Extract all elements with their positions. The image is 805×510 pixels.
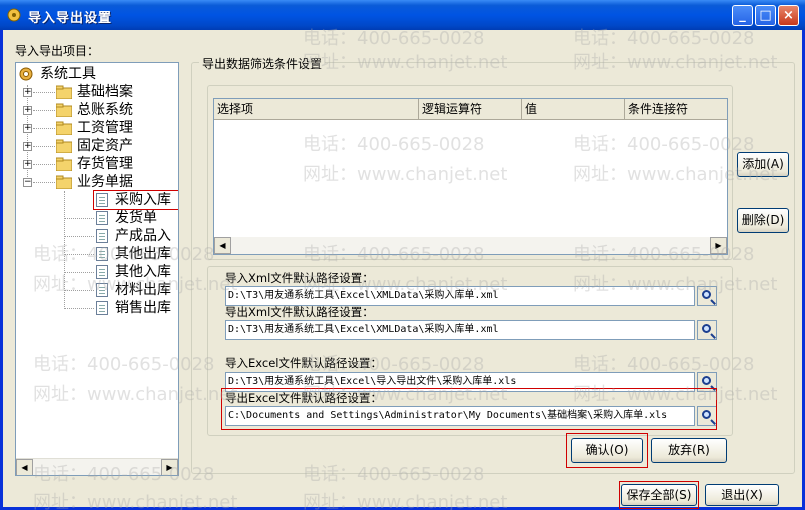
watermark-site: 网址：www.chanjet.net (303, 492, 508, 510)
document-icon (96, 211, 108, 225)
search-icon (702, 290, 711, 299)
expand-icon[interactable]: + (23, 124, 32, 133)
watermark-site: 网址：www.chanjet.net (33, 492, 238, 510)
import-xml-path-input[interactable]: D:\T3\用友通系统工具\Excel\XMLData\采购入库单.xml (225, 286, 695, 306)
scroll-left-icon[interactable]: ◀ (16, 459, 33, 475)
tree-folder[interactable]: + 固定资产 (16, 137, 176, 155)
import-xml-browse-button[interactable] (697, 286, 717, 306)
tree-doc-label: 销售出库 (115, 300, 171, 316)
export-excel-browse-button[interactable] (697, 406, 717, 426)
expand-icon[interactable]: + (23, 160, 32, 169)
document-icon (96, 229, 108, 243)
import-export-items-label: 导入导出项目： (15, 44, 100, 58)
tree-folder-label: 业务单据 (77, 174, 133, 190)
document-icon (96, 193, 108, 207)
delete-button[interactable]: 删除(D) (737, 208, 789, 233)
export-xml-path-input[interactable]: D:\T3\用友通系统工具\Excel\XMLData\采购入库单.xml (225, 320, 695, 340)
tree-folder-label: 固定资产 (77, 138, 133, 154)
tree-doc-purchase-inbound[interactable]: 采购入库 (93, 190, 178, 210)
filter-group-title: 导出数据筛选条件设置 (199, 55, 326, 72)
tree-folder[interactable]: + 基础档案 (16, 83, 176, 101)
tree-doc[interactable]: 发货单 (94, 209, 178, 227)
export-excel-label: 导出Excel文件默认路径设置： (225, 391, 382, 405)
grid-header: 选择项 逻辑运算符 值 条件连接符 (214, 99, 727, 120)
tree-doc-label: 其他出库 (115, 246, 171, 262)
tree-doc[interactable]: 材料出库 (94, 281, 178, 299)
expand-icon[interactable]: + (23, 106, 32, 115)
export-xml-label: 导出Xml文件默认路径设置： (225, 305, 374, 319)
tree-doc[interactable]: 其他出库 (94, 245, 178, 263)
import-xml-label: 导入Xml文件默认路径设置： (225, 271, 374, 285)
grid-horizontal-scrollbar[interactable]: ◀ ▶ (214, 237, 727, 254)
confirm-button[interactable]: 确认(O) (571, 438, 643, 463)
search-icon (702, 324, 711, 333)
collapse-icon[interactable]: − (23, 178, 32, 187)
close-button[interactable]: × (778, 5, 799, 26)
scroll-right-icon[interactable]: ▶ (710, 237, 727, 254)
document-icon (96, 265, 108, 279)
document-icon (96, 283, 108, 297)
document-icon (96, 301, 108, 315)
app-icon (7, 8, 21, 22)
folder-icon (56, 103, 72, 117)
import-excel-label: 导入Excel文件默认路径设置： (225, 356, 382, 370)
folder-icon (56, 139, 72, 153)
col-header[interactable]: 条件连接符 (625, 99, 727, 120)
maximize-button[interactable]: □ (755, 5, 776, 26)
tree-doc-label: 产成品入 (115, 228, 171, 244)
export-excel-path-input[interactable]: C:\Documents and Settings\Administrator\… (225, 406, 695, 426)
tree-root-label: 系统工具 (40, 66, 96, 82)
exit-button[interactable]: 退出(X) (705, 484, 779, 506)
tree-folder-label: 基础档案 (77, 84, 133, 100)
folder-icon (56, 121, 72, 135)
import-excel-path-input[interactable]: D:\T3\用友通系统工具\Excel\导入导出文件\采购入库单.xls (225, 372, 695, 392)
add-button[interactable]: 添加(A) (737, 152, 789, 177)
folder-icon (56, 85, 72, 99)
minimize-button[interactable]: _ (732, 5, 753, 26)
tree-folder[interactable]: + 工资管理 (16, 119, 176, 137)
scroll-left-icon[interactable]: ◀ (214, 237, 231, 254)
filter-grid[interactable]: 选择项 逻辑运算符 值 条件连接符 ◀ ▶ (213, 98, 728, 255)
tree-doc-label: 其他入库 (115, 264, 171, 280)
expand-icon[interactable]: + (23, 88, 32, 97)
tree-folder-label: 工资管理 (77, 120, 133, 136)
tree-doc[interactable]: 销售出库 (94, 299, 178, 317)
items-tree[interactable]: 系统工具 + 基础档案 + 总账系统 + 工资管理 + 固定资产 + 存货管理 … (15, 62, 179, 476)
tree-doc[interactable]: 其他入库 (94, 263, 178, 281)
document-icon (96, 247, 108, 261)
search-icon (702, 410, 711, 419)
export-xml-browse-button[interactable] (697, 320, 717, 340)
folder-open-icon (56, 175, 72, 189)
tree-doc-label: 采购入库 (115, 192, 171, 208)
gear-icon (19, 67, 33, 81)
col-header[interactable]: 逻辑运算符 (419, 99, 522, 120)
col-header[interactable]: 值 (522, 99, 625, 120)
title-bar: 导入导出设置 _ □ × (0, 0, 805, 30)
save-all-button[interactable]: 保存全部(S) (621, 484, 697, 506)
folder-icon (56, 157, 72, 171)
search-icon (702, 376, 711, 385)
tree-folder-label: 总账系统 (77, 102, 133, 118)
tree-folder-label: 存货管理 (77, 156, 133, 172)
tree-folder[interactable]: + 存货管理 (16, 155, 176, 173)
tree-doc-label: 发货单 (115, 210, 157, 226)
tree-horizontal-scrollbar[interactable]: ◀ ▶ (16, 458, 178, 475)
import-excel-browse-button[interactable] (697, 372, 717, 392)
import-export-settings-window: 导入导出设置 _ □ × 导入导出项目： 系统工具 + 基础档案 + 总账系统 (0, 0, 805, 510)
tree-folder[interactable]: + 总账系统 (16, 101, 176, 119)
tree-doc-label: 材料出库 (115, 282, 171, 298)
scroll-right-icon[interactable]: ▶ (161, 459, 178, 475)
window-title: 导入导出设置 (28, 11, 113, 26)
col-header[interactable]: 选择项 (214, 99, 419, 120)
tree-doc[interactable]: 产成品入 (94, 227, 178, 245)
discard-button[interactable]: 放弃(R) (651, 438, 727, 463)
tree-folder-business-docs[interactable]: − 业务单据 (16, 173, 176, 191)
expand-icon[interactable]: + (23, 142, 32, 151)
